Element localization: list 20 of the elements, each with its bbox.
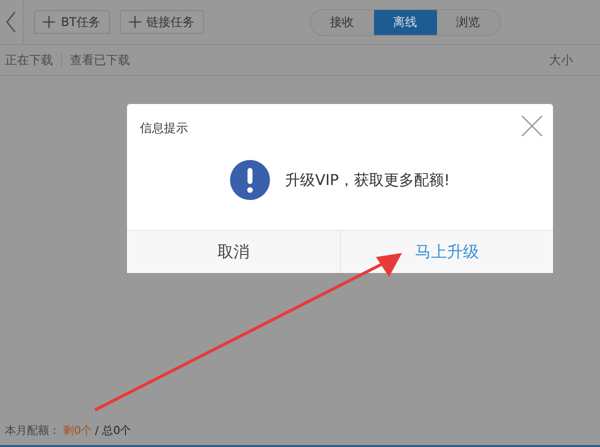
- tab[interactable]: 接收: [310, 10, 374, 34]
- cancel-button[interactable]: 取消: [127, 231, 340, 273]
- column-header: 大小: [549, 52, 573, 68]
- quota-label: 本月配额：: [5, 422, 60, 438]
- upgrade-button[interactable]: 马上升级: [340, 231, 553, 273]
- back-icon[interactable]: [5, 11, 17, 33]
- tab[interactable]: 浏览: [436, 10, 500, 34]
- quota-remaining: 剩0个: [63, 422, 92, 438]
- close-icon[interactable]: [521, 115, 543, 137]
- dialog-title: 信息提示: [140, 120, 188, 137]
- add-task-button[interactable]: 链接任务: [120, 10, 204, 34]
- add-task-button[interactable]: BT任务: [34, 10, 110, 34]
- tab[interactable]: 离线: [374, 10, 437, 34]
- plus-icon: [43, 16, 55, 28]
- exclamation-icon: [230, 160, 270, 200]
- dialog-message: 升级VIP，获取更多配额!: [285, 170, 450, 190]
- list-filter-link[interactable]: 正在下载: [5, 52, 53, 68]
- plus-icon: [128, 16, 141, 28]
- quota-total: / 总0个: [95, 422, 132, 438]
- list-filter-link[interactable]: 查看已下载: [70, 52, 130, 68]
